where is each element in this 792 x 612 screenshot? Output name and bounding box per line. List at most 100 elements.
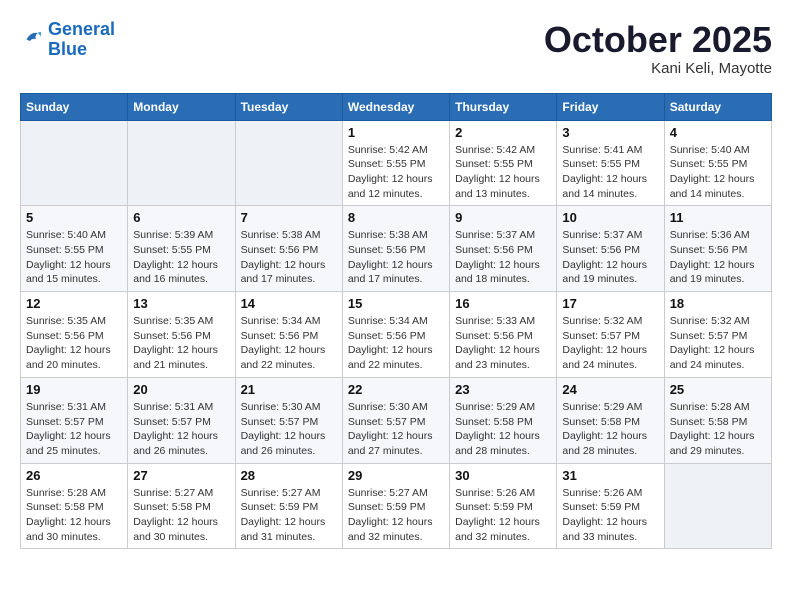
day-info: Sunrise: 5:26 AM Sunset: 5:59 PM Dayligh…	[455, 486, 551, 545]
calendar-table: SundayMondayTuesdayWednesdayThursdayFrid…	[20, 93, 772, 550]
calendar-day-cell: 2 Sunrise: 5:42 AM Sunset: 5:55 PM Daylig…	[450, 120, 557, 206]
day-number: 18	[670, 296, 766, 311]
calendar-day-cell	[128, 120, 235, 206]
day-info: Sunrise: 5:29 AM Sunset: 5:58 PM Dayligh…	[455, 400, 551, 459]
calendar-day-cell: 19 Sunrise: 5:31 AM Sunset: 5:57 PM Dayli…	[21, 377, 128, 463]
day-info: Sunrise: 5:36 AM Sunset: 5:56 PM Dayligh…	[670, 228, 766, 287]
calendar-day-cell: 7Sunrise: 5:38 AM Sunset: 5:56 PM Daylig…	[235, 206, 342, 292]
calendar-day-cell: 6 Sunrise: 5:39 AM Sunset: 5:55 PM Daylig…	[128, 206, 235, 292]
day-info: Sunrise: 5:37 AM Sunset: 5:56 PM Dayligh…	[562, 228, 658, 287]
day-info: Sunrise: 5:38 AM Sunset: 5:56 PM Dayligh…	[348, 228, 444, 287]
day-info: Sunrise: 5:32 AM Sunset: 5:57 PM Dayligh…	[670, 314, 766, 373]
calendar-week-row: 5Sunrise: 5:40 AM Sunset: 5:55 PM Daylig…	[21, 206, 772, 292]
calendar-week-row: 26Sunrise: 5:28 AM Sunset: 5:58 PM Dayli…	[21, 463, 772, 549]
weekday-header-cell: Friday	[557, 93, 664, 120]
day-info: Sunrise: 5:28 AM Sunset: 5:58 PM Dayligh…	[26, 486, 122, 545]
calendar-day-cell: 3Sunrise: 5:41 AM Sunset: 5:55 PM Daylig…	[557, 120, 664, 206]
day-number: 25	[670, 382, 766, 397]
title-block: October 2025 Kani Keli, Mayotte	[544, 20, 772, 77]
month-title: October 2025	[544, 20, 772, 60]
weekday-header-cell: Wednesday	[342, 93, 449, 120]
calendar-day-cell: 22 Sunrise: 5:30 AM Sunset: 5:57 PM Dayli…	[342, 377, 449, 463]
day-info: Sunrise: 5:35 AM Sunset: 5:56 PM Dayligh…	[133, 314, 229, 373]
calendar-day-cell: 27Sunrise: 5:27 AM Sunset: 5:58 PM Dayli…	[128, 463, 235, 549]
weekday-header-cell: Sunday	[21, 93, 128, 120]
calendar-day-cell: 20Sunrise: 5:31 AM Sunset: 5:57 PM Dayli…	[128, 377, 235, 463]
day-info: Sunrise: 5:40 AM Sunset: 5:55 PM Dayligh…	[670, 143, 766, 202]
day-info: Sunrise: 5:33 AM Sunset: 5:56 PM Dayligh…	[455, 314, 551, 373]
day-number: 11	[670, 210, 766, 225]
day-info: Sunrise: 5:42 AM Sunset: 5:55 PM Dayligh…	[348, 143, 444, 202]
day-info: Sunrise: 5:30 AM Sunset: 5:57 PM Dayligh…	[348, 400, 444, 459]
calendar-day-cell: 21 Sunrise: 5:30 AM Sunset: 5:57 PM Dayli…	[235, 377, 342, 463]
day-number: 31	[562, 468, 658, 483]
day-number: 10	[562, 210, 658, 225]
day-number: 13	[133, 296, 229, 311]
day-info: Sunrise: 5:27 AM Sunset: 5:59 PM Dayligh…	[348, 486, 444, 545]
day-number: 2	[455, 125, 551, 140]
calendar-day-cell	[664, 463, 771, 549]
day-number: 22	[348, 382, 444, 397]
day-number: 12	[26, 296, 122, 311]
day-info: Sunrise: 5:31 AM Sunset: 5:57 PM Dayligh…	[26, 400, 122, 459]
day-number: 1	[348, 125, 444, 140]
day-info: Sunrise: 5:31 AM Sunset: 5:57 PM Dayligh…	[133, 400, 229, 459]
day-number: 8	[348, 210, 444, 225]
weekday-header-cell: Monday	[128, 93, 235, 120]
day-number: 21	[241, 382, 337, 397]
calendar-week-row: 12 Sunrise: 5:35 AM Sunset: 5:56 PM Dayli…	[21, 292, 772, 378]
calendar-week-row: 19 Sunrise: 5:31 AM Sunset: 5:57 PM Dayli…	[21, 377, 772, 463]
calendar-day-cell: 26Sunrise: 5:28 AM Sunset: 5:58 PM Dayli…	[21, 463, 128, 549]
day-number: 6	[133, 210, 229, 225]
calendar-day-cell	[21, 120, 128, 206]
calendar-day-cell: 9 Sunrise: 5:37 AM Sunset: 5:56 PM Daylig…	[450, 206, 557, 292]
day-number: 7	[241, 210, 337, 225]
calendar-day-cell: 12 Sunrise: 5:35 AM Sunset: 5:56 PM Dayli…	[21, 292, 128, 378]
calendar-body: 1 Sunrise: 5:42 AM Sunset: 5:55 PM Daylig…	[21, 120, 772, 549]
calendar-day-cell: 16 Sunrise: 5:33 AM Sunset: 5:56 PM Dayli…	[450, 292, 557, 378]
day-info: Sunrise: 5:37 AM Sunset: 5:56 PM Dayligh…	[455, 228, 551, 287]
day-info: Sunrise: 5:26 AM Sunset: 5:59 PM Dayligh…	[562, 486, 658, 545]
calendar-day-cell: 1 Sunrise: 5:42 AM Sunset: 5:55 PM Daylig…	[342, 120, 449, 206]
logo: General Blue	[20, 20, 115, 60]
day-info: Sunrise: 5:39 AM Sunset: 5:55 PM Dayligh…	[133, 228, 229, 287]
day-info: Sunrise: 5:29 AM Sunset: 5:58 PM Dayligh…	[562, 400, 658, 459]
day-number: 28	[241, 468, 337, 483]
calendar-day-cell: 14Sunrise: 5:34 AM Sunset: 5:56 PM Dayli…	[235, 292, 342, 378]
day-number: 29	[348, 468, 444, 483]
weekday-header: SundayMondayTuesdayWednesdayThursdayFrid…	[21, 93, 772, 120]
day-number: 17	[562, 296, 658, 311]
calendar-day-cell: 15 Sunrise: 5:34 AM Sunset: 5:56 PM Dayli…	[342, 292, 449, 378]
day-number: 5	[26, 210, 122, 225]
day-info: Sunrise: 5:42 AM Sunset: 5:55 PM Dayligh…	[455, 143, 551, 202]
weekday-header-cell: Tuesday	[235, 93, 342, 120]
logo-icon	[20, 25, 44, 49]
weekday-header-cell: Saturday	[664, 93, 771, 120]
day-info: Sunrise: 5:34 AM Sunset: 5:56 PM Dayligh…	[348, 314, 444, 373]
calendar-day-cell: 29 Sunrise: 5:27 AM Sunset: 5:59 PM Dayli…	[342, 463, 449, 549]
day-info: Sunrise: 5:27 AM Sunset: 5:59 PM Dayligh…	[241, 486, 337, 545]
day-number: 16	[455, 296, 551, 311]
calendar-week-row: 1 Sunrise: 5:42 AM Sunset: 5:55 PM Daylig…	[21, 120, 772, 206]
calendar-day-cell: 18 Sunrise: 5:32 AM Sunset: 5:57 PM Dayli…	[664, 292, 771, 378]
calendar-day-cell: 4 Sunrise: 5:40 AM Sunset: 5:55 PM Daylig…	[664, 120, 771, 206]
day-info: Sunrise: 5:35 AM Sunset: 5:56 PM Dayligh…	[26, 314, 122, 373]
calendar-day-cell: 5Sunrise: 5:40 AM Sunset: 5:55 PM Daylig…	[21, 206, 128, 292]
calendar-day-cell: 24 Sunrise: 5:29 AM Sunset: 5:58 PM Dayli…	[557, 377, 664, 463]
day-number: 19	[26, 382, 122, 397]
day-number: 4	[670, 125, 766, 140]
calendar-day-cell: 10 Sunrise: 5:37 AM Sunset: 5:56 PM Dayli…	[557, 206, 664, 292]
day-info: Sunrise: 5:28 AM Sunset: 5:58 PM Dayligh…	[670, 400, 766, 459]
calendar-day-cell: 8 Sunrise: 5:38 AM Sunset: 5:56 PM Daylig…	[342, 206, 449, 292]
day-info: Sunrise: 5:34 AM Sunset: 5:56 PM Dayligh…	[241, 314, 337, 373]
logo-text: General Blue	[48, 20, 115, 60]
day-number: 24	[562, 382, 658, 397]
calendar-day-cell: 31 Sunrise: 5:26 AM Sunset: 5:59 PM Dayli…	[557, 463, 664, 549]
day-info: Sunrise: 5:30 AM Sunset: 5:57 PM Dayligh…	[241, 400, 337, 459]
day-number: 9	[455, 210, 551, 225]
day-info: Sunrise: 5:41 AM Sunset: 5:55 PM Dayligh…	[562, 143, 658, 202]
day-number: 15	[348, 296, 444, 311]
day-info: Sunrise: 5:27 AM Sunset: 5:58 PM Dayligh…	[133, 486, 229, 545]
day-number: 23	[455, 382, 551, 397]
calendar-day-cell: 23 Sunrise: 5:29 AM Sunset: 5:58 PM Dayli…	[450, 377, 557, 463]
